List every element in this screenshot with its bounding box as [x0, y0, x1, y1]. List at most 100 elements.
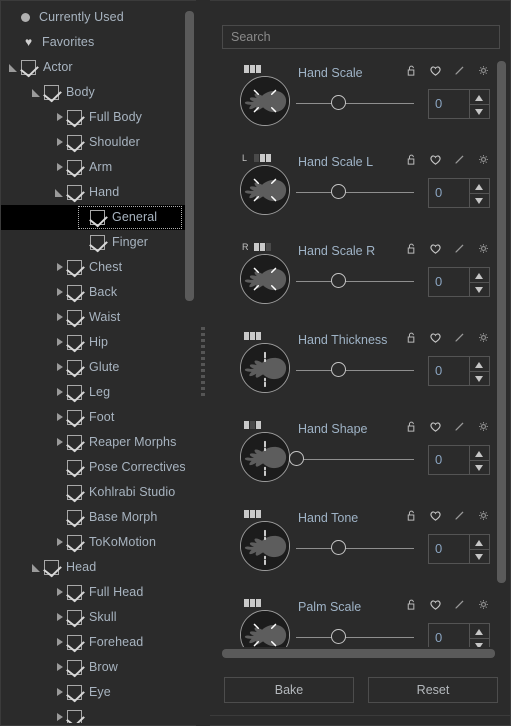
parameter-slider-track[interactable] [296, 370, 414, 371]
chevron-right-icon[interactable] [53, 405, 67, 430]
chevron-right-icon[interactable] [53, 430, 67, 455]
tree-item-checkbox[interactable] [67, 285, 82, 300]
tree-item-shoulder[interactable]: Shoulder [1, 130, 190, 155]
parameter-slider-handle[interactable] [331, 540, 347, 555]
parameter-value-spinner[interactable]: 0 [428, 534, 490, 564]
parameter-value-text[interactable]: 0 [429, 357, 469, 385]
tree-item-actor[interactable]: Actor [1, 55, 190, 80]
gear-icon[interactable] [477, 242, 490, 255]
chevron-down-icon[interactable] [53, 180, 67, 205]
tree-item-checkbox[interactable] [21, 60, 36, 75]
category-tree[interactable]: Currently Used ♥ Favorites Actor Body Full Bo… [1, 5, 190, 723]
parameter-value-text[interactable]: 0 [429, 90, 469, 118]
chevron-right-icon[interactable] [53, 605, 67, 630]
chevron-right-icon[interactable] [53, 105, 67, 130]
parameter-value-spinner[interactable]: 0 [428, 356, 490, 386]
tree-item-brow[interactable]: Brow [1, 655, 190, 680]
parameter-thumbnail[interactable] [240, 76, 290, 126]
tree-item-checkbox[interactable] [67, 610, 82, 625]
unlock-icon[interactable] [405, 420, 418, 433]
panel-splitter[interactable] [196, 0, 210, 726]
tree-item-checkbox[interactable] [90, 235, 105, 250]
tree-item-checkbox[interactable] [67, 135, 82, 150]
chevron-right-icon[interactable] [53, 330, 67, 355]
tree-item-leg[interactable]: Leg [1, 380, 190, 405]
tree-item-chest[interactable]: Chest [1, 255, 190, 280]
tree-item-forehead[interactable]: Forehead [1, 630, 190, 655]
parameter-value-spinner[interactable]: 0 [428, 89, 490, 119]
tree-item-back[interactable]: Back [1, 280, 190, 305]
parameter-thumbnail[interactable] [240, 165, 290, 215]
unlock-icon[interactable] [405, 242, 418, 255]
parameter-slider-track[interactable] [296, 548, 414, 549]
parameter-value-spinner[interactable]: 0 [428, 623, 490, 647]
heart-icon[interactable] [429, 64, 442, 77]
tree-item-checkbox[interactable] [67, 635, 82, 650]
tree-item-finger[interactable]: Finger [1, 230, 190, 255]
tree-item-checkbox[interactable] [67, 535, 82, 550]
tree-item-checkbox[interactable] [90, 210, 105, 225]
parameter-slider-handle[interactable] [331, 629, 347, 644]
pencil-icon[interactable] [453, 598, 466, 611]
parameter-thumbnail[interactable] [240, 343, 290, 393]
search-input[interactable] [222, 25, 500, 49]
tree-item-checkbox[interactable] [67, 360, 82, 375]
parameter-thumbnail[interactable] [240, 254, 290, 304]
gear-icon[interactable] [477, 598, 490, 611]
tree-item-checkbox[interactable] [67, 260, 82, 275]
parameter-thumbnail[interactable] [240, 432, 290, 482]
unlock-icon[interactable] [405, 153, 418, 166]
pencil-icon[interactable] [453, 331, 466, 344]
parameter-slider-handle[interactable] [331, 184, 347, 199]
parameter-value-text[interactable]: 0 [429, 268, 469, 296]
spinner-down-icon[interactable] [470, 548, 489, 564]
parameter-horizontal-scrollbar[interactable] [222, 649, 500, 658]
pencil-icon[interactable] [453, 420, 466, 433]
spinner-up-icon[interactable] [470, 624, 489, 638]
parameter-value-text[interactable]: 0 [429, 535, 469, 563]
parameter-slider-track[interactable] [296, 281, 414, 282]
spinner-down-icon[interactable] [470, 370, 489, 386]
parameter-value-spinner[interactable]: 0 [428, 445, 490, 475]
parameter-slider-handle[interactable] [331, 95, 347, 110]
gear-icon[interactable] [477, 331, 490, 344]
chevron-right-icon[interactable] [53, 355, 67, 380]
tree-item-currently-used[interactable]: Currently Used [1, 5, 190, 30]
chevron-right-icon[interactable] [53, 630, 67, 655]
unlock-icon[interactable] [405, 331, 418, 344]
tree-item-checkbox[interactable] [67, 685, 82, 700]
gear-icon[interactable] [477, 509, 490, 522]
spinner-down-icon[interactable] [470, 459, 489, 475]
spinner-up-icon[interactable] [470, 357, 489, 371]
gear-icon[interactable] [477, 64, 490, 77]
chevron-right-icon[interactable] [53, 255, 67, 280]
parameter-thumbnail[interactable] [240, 610, 290, 647]
heart-icon[interactable] [429, 242, 442, 255]
heart-icon[interactable] [429, 509, 442, 522]
parameter-value-text[interactable]: 0 [429, 624, 469, 647]
unlock-icon[interactable] [405, 509, 418, 522]
tree-item-kohlrabi-studio[interactable]: Kohlrabi Studio [1, 480, 190, 505]
chevron-right-icon[interactable] [53, 305, 67, 330]
heart-icon[interactable] [429, 420, 442, 433]
spinner-up-icon[interactable] [470, 535, 489, 549]
gear-icon[interactable] [477, 153, 490, 166]
tree-item-checkbox[interactable] [67, 160, 82, 175]
pencil-icon[interactable] [453, 64, 466, 77]
pencil-icon[interactable] [453, 509, 466, 522]
tree-item-full-body[interactable]: Full Body [1, 105, 190, 130]
spinner-down-icon[interactable] [470, 281, 489, 297]
parameter-slider-track[interactable] [296, 192, 414, 193]
tree-vertical-scrollbar[interactable] [185, 11, 194, 717]
tree-item-checkbox[interactable] [67, 185, 82, 200]
tree-item-checkbox[interactable] [67, 460, 82, 475]
parameter-thumbnail[interactable] [240, 521, 290, 571]
tree-item-checkbox[interactable] [67, 435, 82, 450]
tree-item-head[interactable]: Head [1, 555, 190, 580]
tree-item-foot[interactable]: Foot [1, 405, 190, 430]
unlock-icon[interactable] [405, 598, 418, 611]
tree-item-checkbox[interactable] [67, 660, 82, 675]
tree-item-general[interactable]: General [1, 205, 190, 230]
tree-item-checkbox[interactable] [67, 510, 82, 525]
pencil-icon[interactable] [453, 242, 466, 255]
